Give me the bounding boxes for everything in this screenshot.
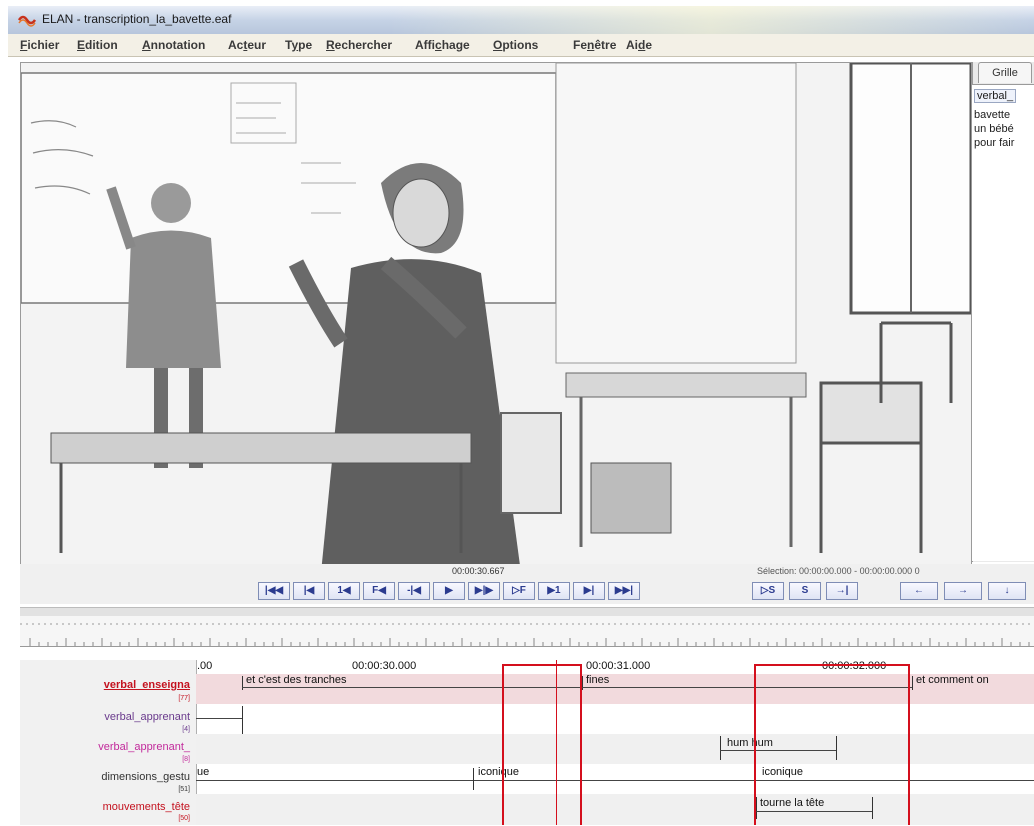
tier-name-dimensions-gestu[interactable]: dimensions_gestu (20, 771, 190, 783)
tier-name-mouvements-tete[interactable]: mouvements_tête (20, 801, 190, 813)
tier-count: [51] (178, 786, 190, 793)
menu-bar: Fichier Edition Annotation Acteur Type Recher… (8, 34, 1034, 57)
video-viewer[interactable] (20, 62, 972, 566)
time-tick-label: .00 (197, 660, 213, 672)
annotation[interactable]: ue (197, 766, 209, 778)
highlight-box (502, 664, 582, 825)
highlight-box (754, 664, 910, 825)
annotation[interactable]: fines (586, 674, 609, 686)
title-bar-glow (388, 6, 1034, 34)
player-button[interactable]: ← (900, 582, 938, 600)
grid-row[interactable]: bavette (974, 109, 1010, 121)
player-button[interactable]: S (789, 582, 821, 600)
player-button[interactable]: ▷S (752, 582, 784, 600)
player-button[interactable]: → (944, 582, 982, 600)
menu-item-fenêtre[interactable]: Fenêtre (573, 38, 616, 52)
tier-name-verbal-apprenant[interactable]: verbal_apprenant (20, 711, 190, 723)
player-button[interactable]: →| (826, 582, 858, 600)
annotation-boundary (242, 706, 243, 734)
tab-grille[interactable]: Grille (978, 62, 1032, 83)
menu-item-type[interactable]: Type (285, 38, 312, 52)
tier-count: [50] (178, 815, 190, 822)
tier-name-verbal-apprenant-2[interactable]: verbal_apprenant_ (20, 741, 190, 753)
player-button[interactable]: ▶| (573, 582, 605, 600)
player-button[interactable]: |◀ (293, 582, 325, 600)
annotation[interactable]: et comment on (916, 674, 989, 686)
annotation-boundary (473, 768, 474, 790)
player-button[interactable]: F◀ (363, 582, 395, 600)
annotation[interactable]: et c'est des tranches (246, 674, 347, 686)
player-button[interactable]: -|◀ (398, 582, 430, 600)
annotation-boundary (720, 736, 721, 760)
menu-item-options[interactable]: Options (493, 38, 538, 52)
grid-row[interactable]: un bébé (974, 123, 1014, 135)
player-button[interactable]: |◀◀ (258, 582, 290, 600)
tier-count: [77] (178, 695, 190, 702)
player-button[interactable]: ▶|▶ (468, 582, 500, 600)
player-button[interactable]: ▶1 (538, 582, 570, 600)
player-button[interactable]: ↓ (988, 582, 1026, 600)
player-button[interactable]: 1◀ (328, 582, 360, 600)
menu-item-affichage[interactable]: Affichage (415, 38, 470, 52)
time-ruler (20, 616, 1034, 646)
menu-item-aide[interactable]: Aide (626, 38, 652, 52)
tier-name-verbal-enseigna[interactable]: verbal_enseigna (20, 679, 190, 691)
elan-app-icon (18, 15, 36, 27)
menu-item-annotation[interactable]: Annotation (142, 38, 205, 52)
grid-tier-selector[interactable]: verbal_ (974, 89, 1017, 103)
classroom-video-frame (21, 63, 971, 565)
menu-item-rechercher[interactable]: Rechercher (326, 38, 392, 52)
window-title: ELAN - transcription_la_bavette.eaf (42, 12, 232, 26)
player-button[interactable]: ▶ (433, 582, 465, 600)
grid-content: verbal_ bavette un bébé pour fair (972, 84, 1034, 561)
tier-count: [8] (182, 756, 190, 763)
time-tick-label: 00:00:31.000 (586, 660, 651, 672)
current-time: 00:00:30.667 (452, 566, 505, 576)
title-bar: ELAN - transcription_la_bavette.eaf (8, 6, 1034, 35)
menu-item-edition[interactable]: Edition (77, 38, 118, 52)
menu-item-acteur[interactable]: Acteur (228, 38, 266, 52)
tier-count: [4] (182, 726, 190, 733)
annotation-span (196, 718, 242, 719)
menu-item-fichier[interactable]: Fichier (20, 38, 59, 52)
grid-row[interactable]: pour fair (974, 137, 1014, 149)
player-button[interactable]: ▶▶| (608, 582, 640, 600)
time-tick-label: 00:00:30.000 (352, 660, 417, 672)
player-button[interactable]: ▷F (503, 582, 535, 600)
selection-readout: Sélection: 00:00:00.000 - 00:00:00.000 0 (757, 566, 920, 576)
annotation-boundary (912, 676, 913, 690)
ruler-ticks (20, 623, 1034, 646)
